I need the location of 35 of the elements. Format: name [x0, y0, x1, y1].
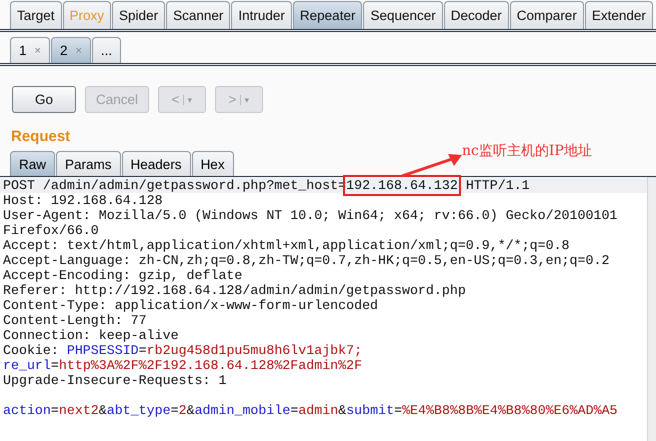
request-tab[interactable]: 1 ×: [10, 37, 50, 63]
request-line: re_url=http%3A%2F%2F192.168.64.128%2Fadmin%2F: [2, 358, 364, 373]
main-tab[interactable]: Spider: [112, 1, 166, 29]
main-tab[interactable]: Extender: [584, 1, 653, 29]
request-line: Connection: keep-alive: [2, 328, 180, 343]
request-line: User-Agent: Mozilla/5.0 (Windows NT 10.0; Win64; x64; rv:66.0) Gecko/20100101: [2, 208, 618, 223]
request-body-line: action=next2&abt_type=2&admin_mobile=admin&submit=%E4%B8%8B%E4%B8%80%E6%AD%A5: [2, 403, 619, 418]
view-tab[interactable]: Params: [56, 151, 121, 176]
main-tab[interactable]: Target: [10, 1, 62, 29]
request-line: Content-Length: 77: [2, 313, 148, 328]
main-tab[interactable]: Sequencer: [363, 1, 443, 29]
request-line: Accept: text/html,application/xhtml+xml,application/xml;q=0.9,*/*;q=0.8: [2, 238, 571, 253]
request-line: Firefox/66.0: [2, 223, 100, 238]
section-title: Request: [11, 128, 70, 147]
scrollbar[interactable]: [647, 177, 656, 441]
request-line: Content-Type: application/x-www-form-urlencoded: [2, 298, 380, 313]
annotation-text: nc监听主机的IP地址: [462, 142, 592, 160]
request-tab[interactable]: 2 ×: [50, 37, 91, 63]
request-line: Cookie: PHPSESSID=rb2ug458d1pu5mu8h6lv1ajbk7;: [2, 343, 364, 358]
annotation-arrow: [402, 154, 462, 178]
main-tab[interactable]: Intruder: [231, 1, 292, 29]
view-tab[interactable]: Hex: [192, 151, 234, 176]
main-tab[interactable]: Repeater: [292, 1, 362, 29]
request-line: Referer: http://192.168.64.128/admin/admin/getpassword.php: [2, 283, 467, 298]
request-line: Host: 192.168.64.128: [2, 193, 164, 208]
request-line: Accept-Encoding: gzip, deflate: [2, 268, 244, 283]
action-button[interactable]: Go: [12, 86, 76, 113]
main-tab[interactable]: Decoder: [444, 1, 509, 29]
view-tab[interactable]: Raw: [10, 151, 56, 176]
main-tab[interactable]: Comparer: [510, 1, 584, 29]
view-tab[interactable]: Headers: [122, 151, 191, 176]
request-line: Upgrade-Insecure-Requests: 1: [2, 373, 228, 388]
main-tab[interactable]: Scanner: [166, 1, 230, 29]
request-line: Accept-Language: zh-CN,zh;q=0.8,zh-TW;q=0.7,zh-HK;q=0.5,en-US;q=0.3,en;q=0.2: [2, 253, 610, 268]
request-tab[interactable]: ...: [92, 37, 122, 63]
